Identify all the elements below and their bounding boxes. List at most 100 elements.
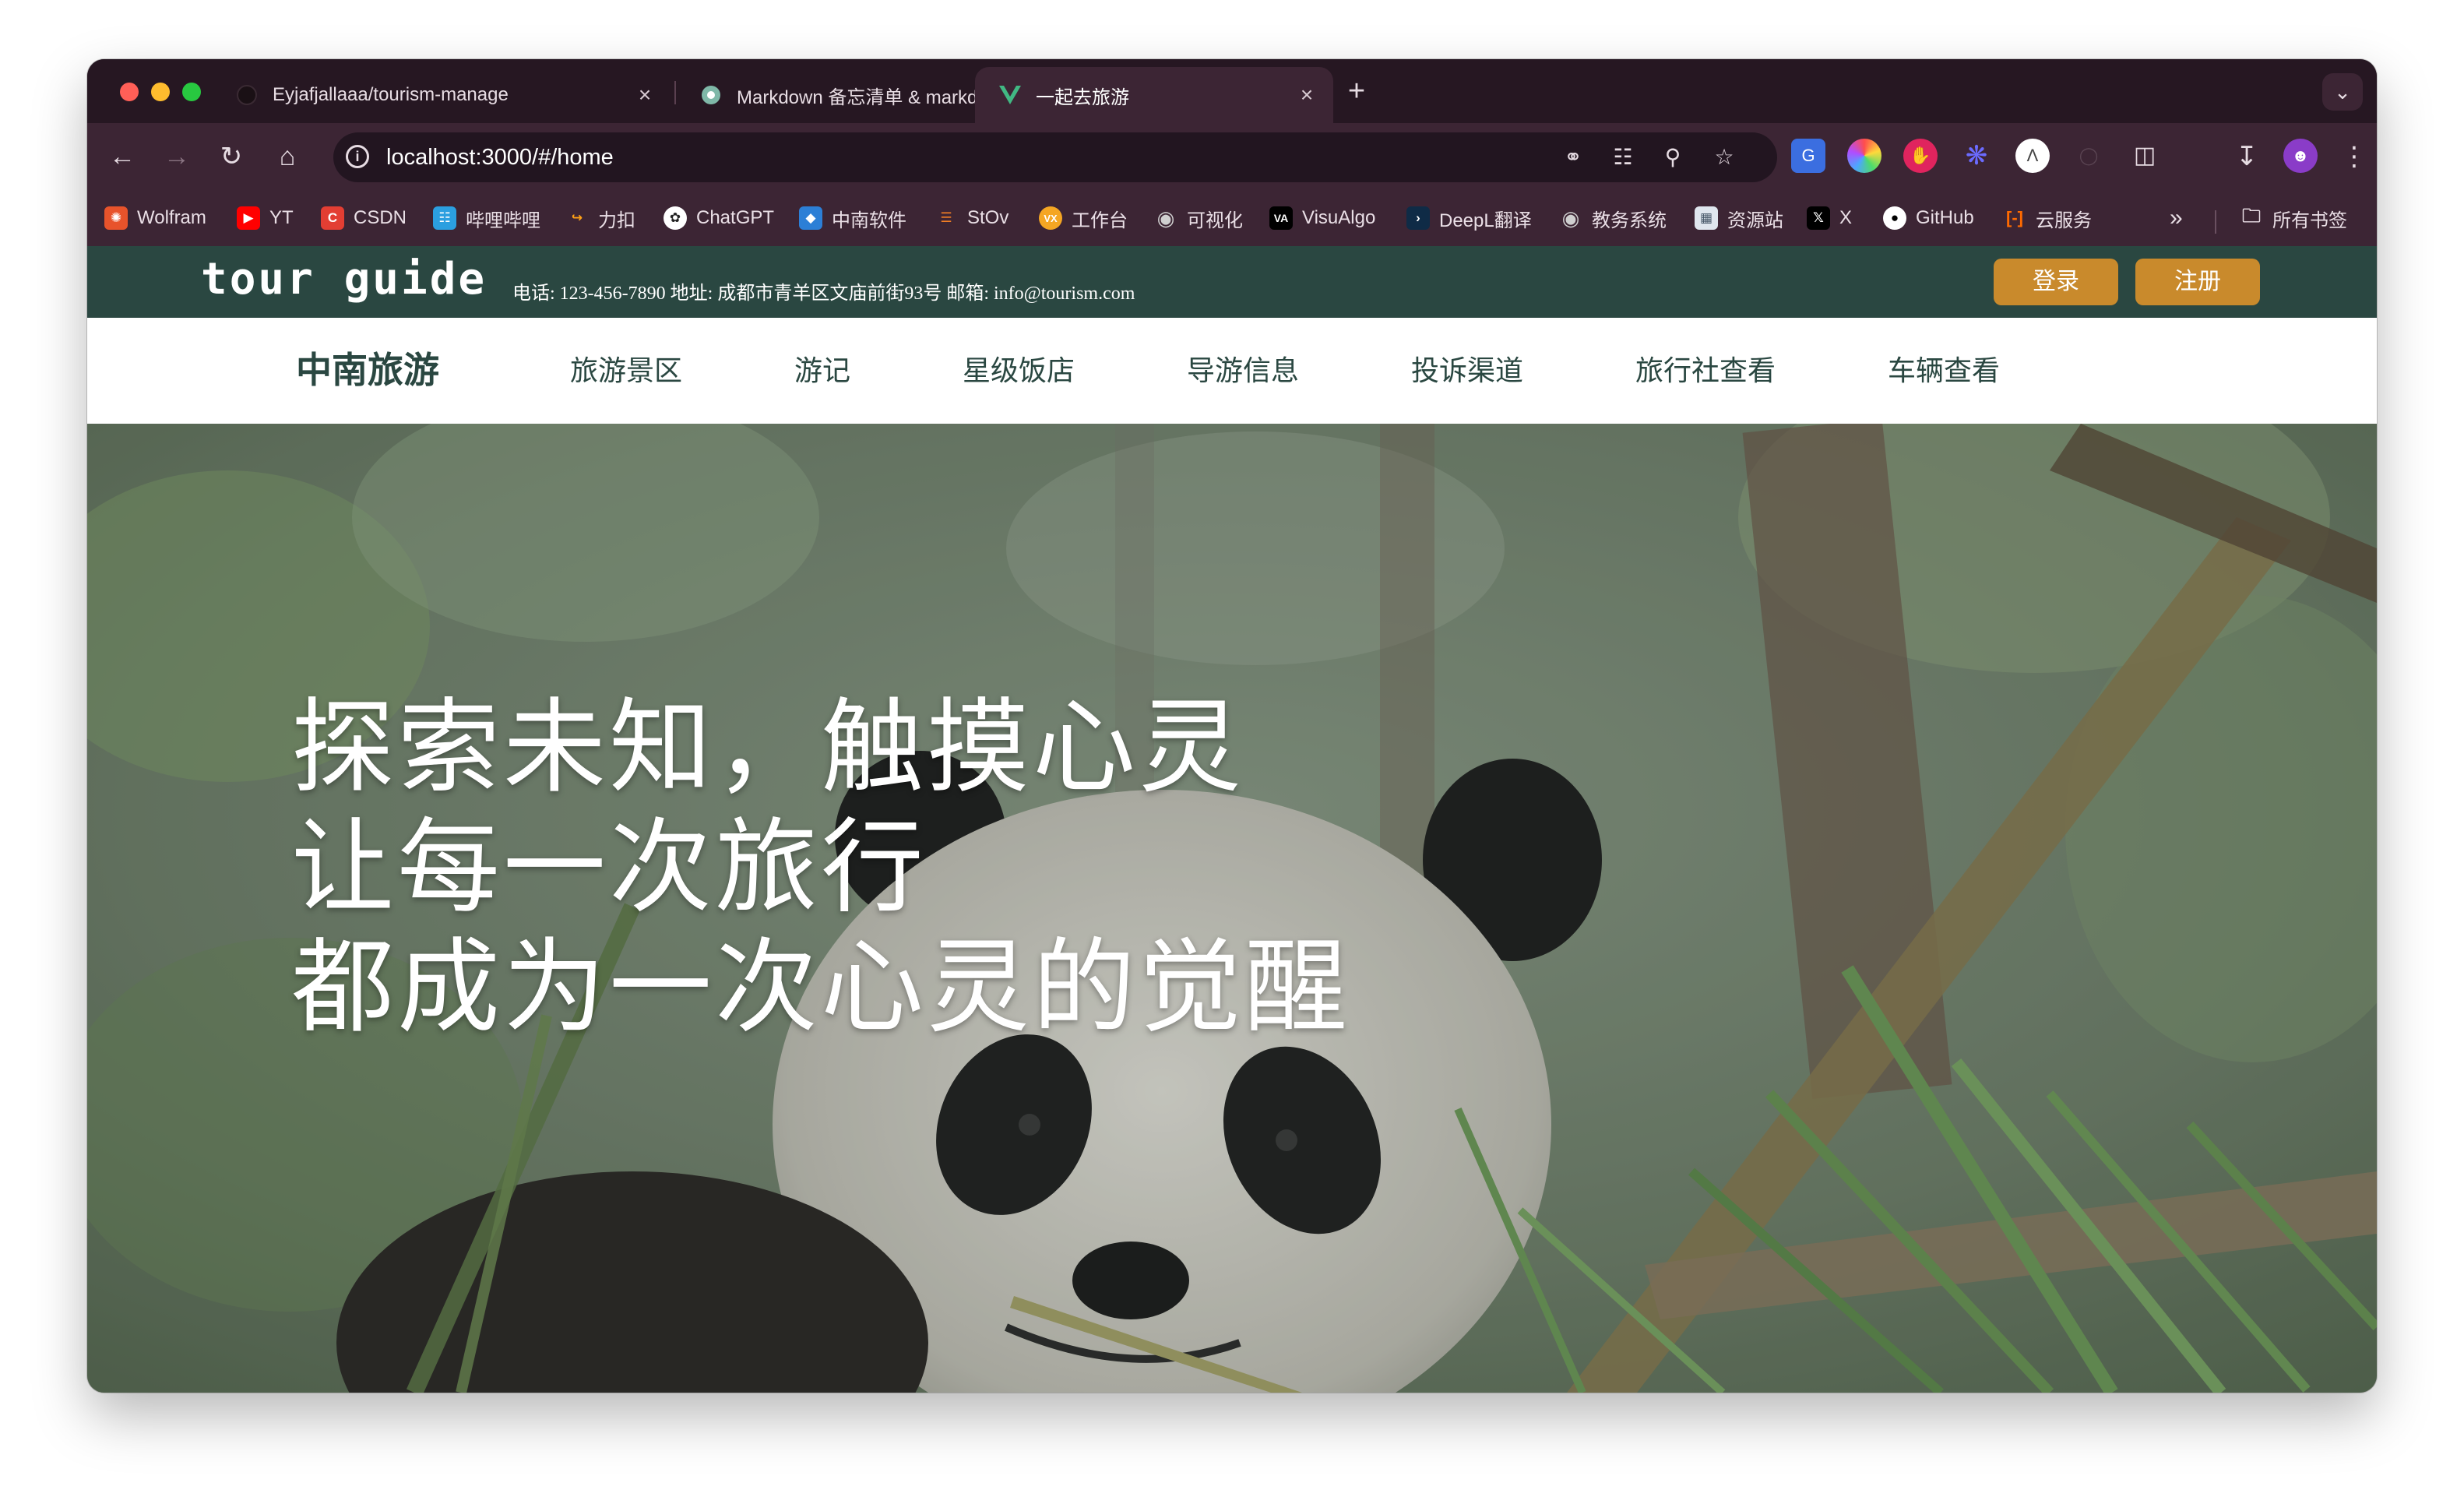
home-icon[interactable]: ⌂ bbox=[268, 137, 307, 176]
github-icon: ● bbox=[1883, 206, 1906, 230]
bookmark-visualgo[interactable]: VA VisuAlgo bbox=[1269, 204, 1375, 232]
translate-icon[interactable]: ☷ bbox=[1606, 140, 1640, 174]
nav-star-hotels[interactable]: 星级饭店 bbox=[963, 318, 1075, 424]
bookmark-deepl[interactable]: › DeepL翻译 bbox=[1406, 204, 1532, 232]
tab-title: Eyjafjallaaa/tourism-manage bbox=[273, 84, 509, 105]
bookmark-label: X bbox=[1839, 207, 1853, 228]
close-tab-icon[interactable]: × bbox=[629, 83, 660, 107]
color-picker-icon[interactable] bbox=[1847, 139, 1881, 173]
contact-info: 电话: 123-456-7890 地址: 成都市青羊区文庙前街93号 邮箱: i… bbox=[512, 284, 1135, 304]
extensions-puzzle-icon[interactable]: ◫ bbox=[2128, 139, 2162, 173]
site-info-icon[interactable]: i bbox=[346, 145, 369, 168]
wolfram-icon: ✺ bbox=[104, 206, 128, 230]
address-bar[interactable]: i localhost:3000/#/home ⚭ ☷ ⚲ ☆ bbox=[333, 132, 1777, 182]
tab-active[interactable]: 一起去旅游 × bbox=[975, 67, 1333, 123]
password-key-icon[interactable]: ⚭ bbox=[1556, 140, 1590, 174]
bookmark-chatgpt[interactable]: ✿ ChatGPT bbox=[664, 204, 774, 232]
stackoverflow-icon: ☰ bbox=[940, 210, 952, 225]
bookmark-label: 工作台 bbox=[1072, 210, 1128, 231]
brand-title[interactable]: 中南旅游 bbox=[296, 318, 439, 424]
bookmark-label: Wolfram bbox=[137, 207, 206, 228]
nav-vehicles[interactable]: 车辆查看 bbox=[1888, 318, 2000, 424]
bookmark-csdn[interactable]: C CSDN bbox=[321, 204, 407, 232]
resource-icon: ▦ bbox=[1695, 206, 1718, 230]
maximize-window-button[interactable] bbox=[182, 83, 201, 101]
leetcode-icon: ↪ bbox=[571, 210, 583, 225]
minimize-window-button[interactable] bbox=[151, 83, 170, 101]
nav-complaints[interactable]: 投诉渠道 bbox=[1411, 318, 1523, 424]
bookmark-label: 力扣 bbox=[598, 210, 635, 231]
bookmark-x[interactable]: 𝕏X bbox=[1807, 204, 1852, 232]
nav-guide-info[interactable]: 导游信息 bbox=[1187, 318, 1299, 424]
cloud-icon: [-] bbox=[2006, 208, 2023, 227]
adblock-hand-icon[interactable]: ✋ bbox=[1903, 139, 1938, 173]
browser-toolbar: ← → ↻ ⌂ i localhost:3000/#/home ⚭ ☷ ⚲ ☆ … bbox=[87, 123, 2377, 190]
main-nav: 中南旅游 旅游景区 游记 星级饭店 导游信息 投诉渠道 旅行社查看 车辆查看 bbox=[87, 318, 2377, 424]
more-bookmarks-chevron-icon[interactable]: » bbox=[2170, 204, 2183, 232]
bookmark-stov[interactable]: ☰ StOv bbox=[935, 204, 1008, 232]
bookmark-yt[interactable]: ▶ YT bbox=[237, 204, 294, 232]
deepl-icon: › bbox=[1406, 206, 1430, 230]
workbench-icon: VX bbox=[1039, 206, 1062, 230]
reload-icon[interactable]: ↻ bbox=[212, 137, 251, 176]
disabled-extension-icon[interactable]: ◯ bbox=[2072, 139, 2106, 173]
site-logo[interactable]: tour guide bbox=[201, 254, 487, 305]
bookmark-leetcode[interactable]: ↪ 力扣 bbox=[565, 204, 635, 232]
gear-extension-icon[interactable]: ❋ bbox=[1959, 139, 1994, 173]
bookmark-label: 可视化 bbox=[1187, 210, 1243, 231]
csu-icon: ◆ bbox=[799, 206, 822, 230]
url-text[interactable]: localhost:3000/#/home bbox=[386, 132, 614, 182]
tab-github[interactable]: Eyjafjallaaa/tourism-manage × bbox=[212, 67, 671, 123]
nav-scenic-spots[interactable]: 旅游景区 bbox=[570, 318, 682, 424]
bookmark-visualize[interactable]: ◉ 可视化 bbox=[1154, 204, 1243, 232]
bookmark-github[interactable]: ● GitHub bbox=[1883, 204, 1974, 232]
bookmark-label: YT bbox=[269, 207, 294, 228]
site-top-bar: tour guide 电话: 123-456-7890 地址: 成都市青羊区文庙… bbox=[87, 246, 2377, 318]
vue-icon bbox=[998, 83, 1022, 107]
google-translate-icon[interactable]: G bbox=[1791, 139, 1825, 173]
bookmark-star-icon[interactable]: ☆ bbox=[1707, 140, 1741, 174]
bookmark-workbench[interactable]: VX 工作台 bbox=[1039, 204, 1128, 232]
youtube-icon: ▶ bbox=[237, 206, 260, 230]
bookmark-bilibili[interactable]: ☷ 哔哩哔哩 bbox=[433, 204, 540, 232]
bookmark-label: GitHub bbox=[1916, 207, 1974, 228]
close-window-button[interactable] bbox=[120, 83, 139, 101]
register-button[interactable]: 注册 bbox=[2135, 259, 2260, 305]
x-icon: 𝕏 bbox=[1807, 206, 1830, 230]
tab-strip: Eyjafjallaaa/tourism-manage × Markdown 备… bbox=[87, 59, 2377, 123]
bookmark-academic[interactable]: ◉ 教务系统 bbox=[1559, 204, 1667, 232]
bookmark-csu[interactable]: ◆ 中南软件 bbox=[799, 204, 906, 232]
bookmark-cloud[interactable]: [-] 云服务 bbox=[2003, 204, 2092, 232]
profile-avatar-icon[interactable]: ☻ bbox=[2283, 139, 2318, 173]
all-bookmarks-button[interactable]: 🗀 所有书签 bbox=[2240, 204, 2347, 232]
bookmark-wolfram[interactable]: ✺ Wolfram bbox=[104, 204, 206, 232]
back-arrow-icon[interactable]: ← bbox=[103, 137, 142, 176]
nav-travel-notes[interactable]: 游记 bbox=[794, 318, 850, 424]
folder-icon: 🗀 bbox=[2242, 205, 2261, 227]
bookmarks-divider bbox=[2215, 210, 2216, 234]
tab-title: Markdown 备忘清单 & markdo bbox=[737, 86, 988, 108]
hero-headline-line-3: 都成为一次心灵的觉醒 bbox=[291, 931, 1350, 1045]
new-tab-button[interactable]: + bbox=[1338, 73, 1375, 111]
close-tab-icon[interactable]: × bbox=[1291, 83, 1322, 107]
bookmark-label: DeepL翻译 bbox=[1439, 210, 1532, 231]
nav-travel-agencies[interactable]: 旅行社查看 bbox=[1635, 318, 1776, 424]
bookmark-label: 中南软件 bbox=[832, 210, 906, 231]
tab-search-chevron-icon[interactable]: ⌄ bbox=[2322, 73, 2363, 111]
bookmark-label: CSDN bbox=[354, 207, 407, 228]
bilibili-icon: ☷ bbox=[433, 206, 456, 230]
tab-title: 一起去旅游 bbox=[1036, 86, 1129, 108]
bookmark-label: ChatGPT bbox=[696, 207, 775, 228]
bookmark-label: 云服务 bbox=[2036, 210, 2092, 231]
bookmark-resource[interactable]: ▦ 资源站 bbox=[1695, 204, 1783, 232]
bookmarks-bar: ✺ Wolfram ▶ YT C CSDN ☷ 哔哩哔哩 ↪ 力扣 ✿ ChatGPT ◆ 中… bbox=[87, 190, 2377, 246]
more-menu-icon[interactable]: ⋮ bbox=[2335, 137, 2374, 176]
globe-icon: ◉ bbox=[1561, 206, 1580, 230]
bookmark-label: 哔哩哔哩 bbox=[466, 210, 540, 231]
login-button[interactable]: 登录 bbox=[1994, 259, 2118, 305]
zoom-icon[interactable]: ⚲ bbox=[1656, 140, 1690, 174]
forward-arrow-icon[interactable]: → bbox=[157, 137, 196, 176]
download-icon[interactable]: ↧ bbox=[2227, 137, 2266, 176]
chatgpt-icon: ✿ bbox=[664, 206, 687, 230]
arc-extension-icon[interactable]: Λ bbox=[2015, 139, 2050, 173]
